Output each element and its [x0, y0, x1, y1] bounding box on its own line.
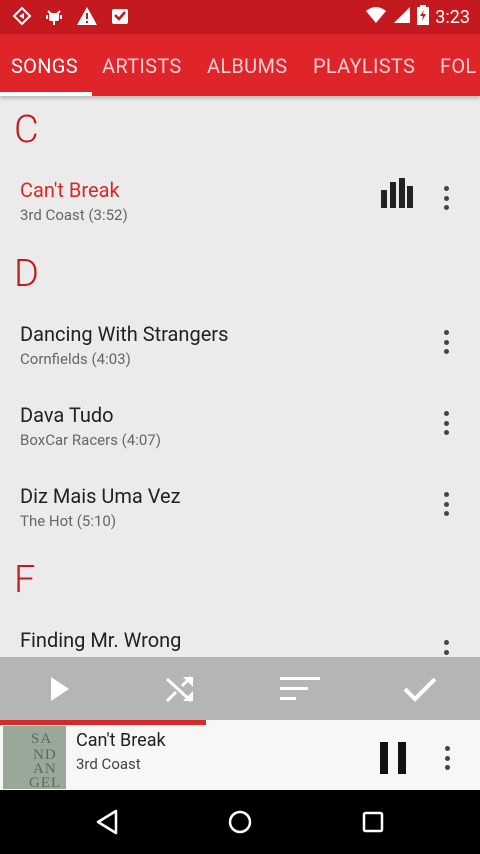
pause-button[interactable]	[380, 742, 408, 774]
shuffle-icon	[165, 675, 193, 702]
sort-button[interactable]	[260, 657, 340, 720]
wifi-icon	[365, 6, 387, 29]
playback-action-bar	[0, 657, 480, 720]
tab-playlists[interactable]: PLAYLISTS	[313, 54, 415, 78]
song-item-dancing-with-strangers[interactable]: Dancing With Strangers Cornfields (4:03)	[0, 322, 480, 402]
playback-progress[interactable]	[0, 720, 480, 725]
battery-icon	[417, 5, 430, 30]
cast-icon	[12, 6, 32, 30]
section-header-f: F	[14, 558, 36, 602]
song-title: Dava Tudo	[20, 403, 114, 427]
song-overflow-menu-icon[interactable]	[434, 326, 458, 358]
song-subtitle: BoxCar Racers (4:07)	[20, 431, 161, 449]
status-time: 3:23	[435, 7, 470, 28]
status-bar: 3:23	[0, 0, 480, 34]
warning-icon	[76, 6, 98, 30]
tab-folders[interactable]: FOL	[440, 54, 477, 78]
home-icon	[228, 810, 252, 834]
song-title: Diz Mais Uma Vez	[20, 484, 181, 508]
tab-albums[interactable]: ALBUMS	[207, 54, 287, 78]
album-art-text: GEL	[29, 775, 62, 790]
recents-icon	[362, 811, 384, 833]
song-title: Dancing With Strangers	[20, 322, 229, 346]
song-overflow-menu-icon[interactable]	[434, 407, 458, 439]
now-playing-overflow-menu-icon[interactable]	[435, 742, 459, 774]
now-playing-artist: 3rd Coast	[76, 755, 141, 773]
song-title: Can't Break	[20, 178, 120, 202]
song-item-dava-tudo[interactable]: Dava Tudo BoxCar Racers (4:07)	[0, 403, 480, 483]
song-subtitle: Cornfields (4:03)	[20, 350, 131, 368]
equalizer-icon	[381, 178, 413, 208]
back-button[interactable]	[87, 804, 127, 840]
signal-icon	[393, 6, 411, 29]
song-subtitle: 3rd Coast (3:52)	[20, 206, 128, 224]
album-art[interactable]: SA ND AN GEL	[3, 726, 66, 789]
tab-songs[interactable]: SONGS	[11, 54, 78, 78]
song-list[interactable]: C Can't Break 3rd Coast (3:52) D Dancing…	[0, 96, 480, 656]
select-button[interactable]	[380, 657, 460, 720]
sort-icon	[280, 676, 320, 700]
song-overflow-menu-icon[interactable]	[434, 182, 458, 214]
now-playing-bar[interactable]: SA ND AN GEL Can't Break 3rd Coast	[0, 720, 480, 790]
shuffle-button[interactable]	[140, 657, 220, 720]
tab-bar: SONGS ARTISTS ALBUMS PLAYLISTS FOL	[0, 34, 480, 96]
song-item-finding-mr-wrong[interactable]: Finding Mr. Wrong	[0, 628, 480, 656]
tab-artists[interactable]: ARTISTS	[102, 54, 182, 78]
android-debug-icon	[44, 6, 64, 30]
song-subtitle: The Hot (5:10)	[20, 512, 117, 530]
inbox-icon	[110, 6, 130, 30]
song-title: Finding Mr. Wrong	[20, 628, 182, 652]
song-overflow-menu-icon[interactable]	[434, 488, 458, 520]
song-item-cant-break[interactable]: Can't Break 3rd Coast (3:52)	[0, 178, 480, 258]
play-all-button[interactable]	[20, 657, 100, 720]
now-playing-title: Can't Break	[76, 730, 166, 751]
recents-button[interactable]	[353, 804, 393, 840]
progress-fill	[0, 720, 207, 725]
back-icon	[96, 809, 118, 835]
play-icon	[51, 676, 69, 701]
home-button[interactable]	[220, 804, 260, 840]
check-icon	[403, 677, 437, 702]
song-overflow-menu-icon[interactable]	[434, 636, 458, 656]
system-nav-bar	[0, 790, 480, 854]
section-header-c: C	[14, 108, 39, 152]
song-item-diz-mais-uma-vez[interactable]: Diz Mais Uma Vez The Hot (5:10)	[0, 484, 480, 564]
section-header-d: D	[14, 252, 39, 296]
album-art-text: SA	[31, 731, 53, 747]
